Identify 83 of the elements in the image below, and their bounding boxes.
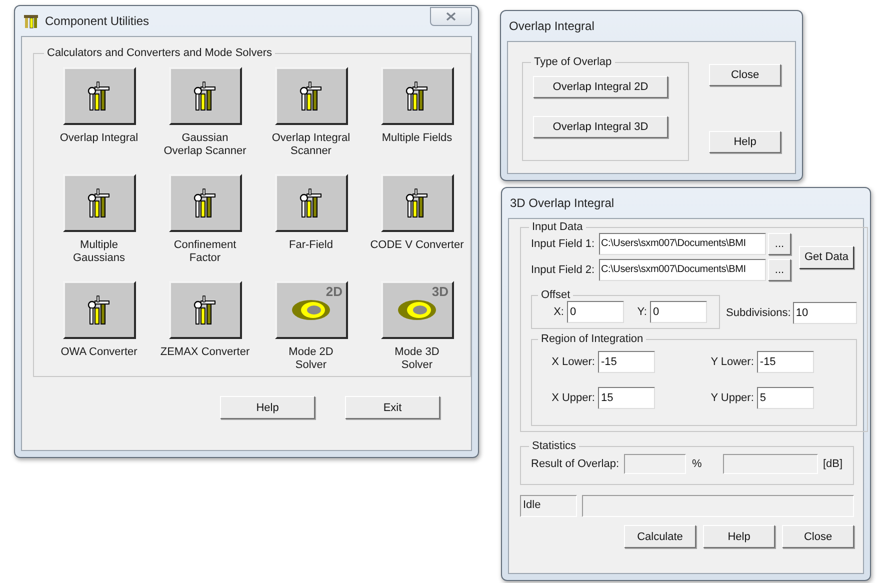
group-label: Input Data xyxy=(531,221,584,233)
dialog-button[interactable]: Calculate xyxy=(624,525,696,548)
get-data-button[interactable]: Get Data xyxy=(799,246,854,268)
close-button[interactable] xyxy=(430,6,472,26)
tools-icon xyxy=(193,188,217,218)
group-label: Calculators and Converters and Mode Solvers xyxy=(46,47,274,59)
tool-label: OWA Converter xyxy=(60,346,138,359)
region-field[interactable]: -15 xyxy=(598,351,655,373)
tool-button[interactable] xyxy=(274,174,348,232)
field-label: Y Lower: xyxy=(710,356,754,368)
unit-label: [dB] xyxy=(822,458,843,470)
tool-label: Multiple Gaussians xyxy=(73,239,125,265)
window-title: Overlap Integral xyxy=(509,19,594,33)
file-path-field[interactable]: C:\Users\sxm007\Documents\BMI xyxy=(599,233,766,255)
field-label: X Upper: xyxy=(550,392,595,404)
tools-icon xyxy=(193,81,217,111)
window-title: 3D Overlap Integral xyxy=(510,196,614,210)
window-title: Component Utilities xyxy=(45,14,150,28)
tool-button[interactable] xyxy=(380,174,454,232)
tool-label: ZEMAX Converter xyxy=(160,346,250,359)
tools-icon xyxy=(87,81,111,111)
dimension-label: 2D xyxy=(326,284,342,299)
tool-label: Mode 3D Solver xyxy=(394,346,440,372)
unit-label: % xyxy=(691,458,703,470)
tool-button[interactable] xyxy=(380,67,454,125)
tools-icon xyxy=(193,295,217,325)
tool-label: Far-Field xyxy=(288,239,333,252)
dialog-button[interactable]: Close xyxy=(782,525,854,548)
tools-icon xyxy=(23,13,39,29)
region-field[interactable]: 15 xyxy=(598,387,655,409)
status-text: Idle xyxy=(520,495,577,517)
close-icon xyxy=(446,12,456,20)
tool-label: Multiple Fields xyxy=(382,132,452,145)
field-label: Input Field 1: xyxy=(531,238,596,250)
group-label: Region of Integration xyxy=(540,333,644,345)
browse-button[interactable]: ... xyxy=(768,233,791,255)
group-label: Offset xyxy=(540,289,572,301)
field-label: Input Field 2: xyxy=(531,264,596,276)
offset-field[interactable]: 0 xyxy=(650,301,707,323)
tool-label: Gaussian Overlap Scanner xyxy=(164,132,246,158)
overlap-type-button[interactable]: Overlap Integral 3D xyxy=(533,116,668,138)
tool-label: Confinement Factor xyxy=(174,239,236,265)
tool-button[interactable] xyxy=(62,174,136,232)
tool-button[interactable] xyxy=(168,281,242,339)
tool-label: Overlap Integral Scanner xyxy=(272,132,350,158)
field-label: Y: xyxy=(636,306,647,318)
tool-label: CODE V Converter xyxy=(370,239,464,252)
tool-label: Mode 2D Solver xyxy=(288,346,334,372)
tools-icon xyxy=(87,295,111,325)
group-label: Type of Overlap xyxy=(533,56,613,68)
tool-button[interactable] xyxy=(168,67,242,125)
tools-icon xyxy=(87,188,111,218)
tools-icon xyxy=(405,188,429,218)
field-label: Y Upper: xyxy=(710,392,754,404)
tool-button[interactable] xyxy=(274,67,348,125)
tool-button[interactable] xyxy=(62,281,136,339)
tools-icon xyxy=(405,81,429,111)
field-label: Subdivisions: xyxy=(726,307,791,319)
file-path-field[interactable]: C:\Users\sxm007\Documents\BMI xyxy=(599,259,766,281)
tools-icon xyxy=(299,188,323,218)
group-label: Statistics xyxy=(531,440,578,452)
dialog-button[interactable]: Close xyxy=(709,64,781,86)
dialog-button[interactable]: Exit xyxy=(345,396,440,419)
mode-profile-icon xyxy=(291,298,331,322)
dialog-button[interactable]: Help xyxy=(703,525,775,548)
field-label: X Lower: xyxy=(550,356,595,368)
subdivisions-field[interactable]: 10 xyxy=(792,302,857,324)
overlap-type-button[interactable]: Overlap Integral 2D xyxy=(533,76,668,98)
result-percent-field xyxy=(624,454,686,474)
region-field[interactable]: 5 xyxy=(756,387,814,409)
browse-button[interactable]: ... xyxy=(768,259,791,281)
tools-icon xyxy=(299,81,323,111)
dialog-button[interactable]: Help xyxy=(709,131,781,153)
offset-field[interactable]: 0 xyxy=(567,301,624,323)
region-field[interactable]: -15 xyxy=(756,351,814,373)
dimension-label: 3D xyxy=(432,284,448,299)
field-label: Result of Overlap: xyxy=(531,458,620,470)
tool-button[interactable] xyxy=(62,67,136,125)
mode-profile-icon xyxy=(397,298,437,322)
tool-label: Overlap Integral xyxy=(60,132,138,145)
tool-button[interactable] xyxy=(168,174,242,232)
dialog-button[interactable]: Help xyxy=(220,396,315,419)
field-label: X: xyxy=(552,306,564,318)
